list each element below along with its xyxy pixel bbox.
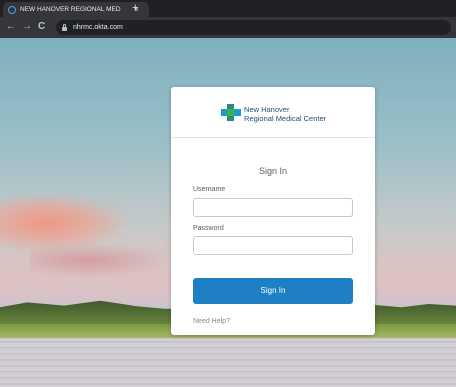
url-text: nhrmc.okta.com <box>73 24 123 31</box>
need-help-link[interactable]: Need Help? <box>193 318 230 325</box>
username-label: Username <box>193 186 226 193</box>
browser-toolbar: ← → C nhrmc.okta.com <box>0 17 456 38</box>
okta-favicon-icon <box>8 5 16 14</box>
tab-title: NEW HANOVER REGIONAL MED <box>20 6 121 13</box>
tab-bar: NEW HANOVER REGIONAL MED × + <box>0 0 456 17</box>
signin-title: Sign In <box>258 166 288 176</box>
reload-icon[interactable]: C <box>38 20 45 34</box>
org-header: New Hanover Regional Medical Center <box>171 87 375 138</box>
browser-tab[interactable]: NEW HANOVER REGIONAL MED × <box>3 2 149 17</box>
password-label: Password <box>193 225 224 232</box>
org-name-line2: Regional Medical Center <box>244 114 327 123</box>
logo-center <box>227 109 234 116</box>
address-bar[interactable]: nhrmc.okta.com <box>56 20 451 35</box>
back-arrow-icon[interactable]: ← <box>6 20 16 34</box>
background-water <box>0 338 456 387</box>
background-cloud-reflection <box>30 243 170 278</box>
login-card: New Hanover Regional Medical Center Sign… <box>171 87 375 335</box>
org-name-line1: New Hanover <box>244 105 290 114</box>
username-input[interactable] <box>193 198 353 217</box>
password-input[interactable] <box>193 236 353 255</box>
hospital-cross-logo-icon <box>221 104 241 121</box>
new-tab-button[interactable]: + <box>132 2 138 14</box>
browser-window: NEW HANOVER REGIONAL MED × + ← → C nhrmc… <box>0 0 456 387</box>
lock-icon <box>62 24 67 31</box>
forward-arrow-icon[interactable]: → <box>22 20 32 34</box>
signin-button[interactable]: Sign In <box>193 278 353 304</box>
